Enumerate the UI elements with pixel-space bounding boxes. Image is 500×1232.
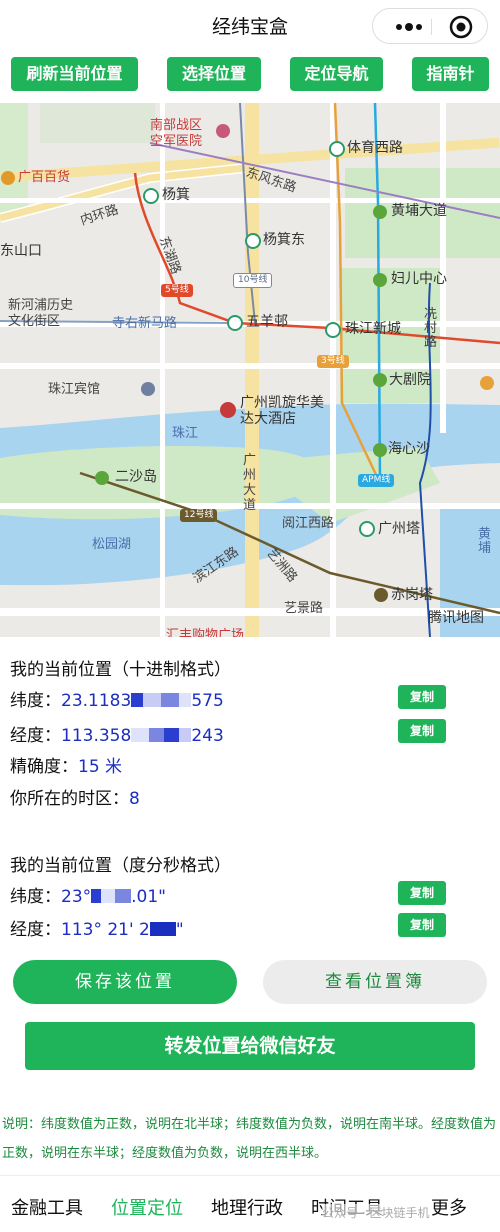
map-label: 空军医院: [150, 134, 203, 149]
map-label: 黄埔大道: [391, 203, 447, 219]
timezone-row: 你所在的时区：8: [10, 784, 140, 809]
metro-line-badge: 10号线: [233, 273, 273, 288]
accuracy-value: 15 米: [78, 757, 123, 777]
map-label: 海心沙: [388, 441, 430, 457]
nav-header: 经纬宝盒: [0, 0, 500, 52]
accuracy-label: 精确度：: [10, 757, 78, 777]
view-location-book-button[interactable]: 查看位置簿: [263, 960, 487, 1004]
map-label: 达大酒店: [240, 411, 296, 427]
latitude-label: 纬度：: [10, 691, 61, 711]
dms-longitude-row: 经度：113° 21' 2 ": [10, 915, 184, 940]
map-label: 冼村路: [424, 307, 438, 350]
capsule-divider: [431, 19, 432, 35]
map-label: 杨箕: [162, 187, 190, 203]
copy-latitude-button[interactable]: 复制: [398, 685, 446, 709]
map-label: 新河浦历史: [8, 298, 74, 313]
masked-digits: [131, 693, 192, 707]
tab-geo-admin[interactable]: 地理行政: [211, 1194, 283, 1220]
latitude-label: 纬度：: [10, 887, 61, 907]
tab-finance-tools[interactable]: 金融工具: [11, 1194, 83, 1220]
metro-line-badge: 3号线: [317, 355, 349, 368]
map-label: 妇儿中心: [391, 271, 447, 287]
latitude-value-end: 575: [191, 691, 224, 711]
map-label: 珠江新城: [345, 321, 401, 337]
decimal-longitude-row: 经度：113.358 243: [10, 721, 224, 746]
save-location-button[interactable]: 保存该位置: [13, 960, 237, 1004]
tab-more[interactable]: 更多: [431, 1194, 467, 1220]
map-label: 黄埔: [478, 527, 492, 556]
map-label: 体育西路: [347, 140, 403, 156]
navigate-button[interactable]: 定位导航: [290, 57, 383, 91]
longitude-value-end: 243: [191, 726, 224, 746]
refresh-location-button[interactable]: 刷新当前位置: [11, 57, 138, 91]
map-label: 阅江西路: [282, 516, 335, 531]
timezone-value: 8: [129, 789, 140, 809]
forward-to-friend-button[interactable]: 转发位置给微信好友: [25, 1022, 475, 1070]
metro-line-badge: APM线: [358, 474, 395, 487]
compass-button[interactable]: 指南针: [412, 57, 489, 91]
map-label: 五羊邨: [246, 314, 288, 330]
map-label: 艺景路: [284, 601, 324, 616]
map-label: 广州凯旋华美: [240, 395, 324, 411]
longitude-label: 经度：: [10, 726, 61, 746]
masked-digits: [131, 728, 192, 742]
accuracy-row: 精确度：15 米: [10, 752, 122, 777]
watermark: 公众号 · 区块链手机: [322, 1204, 430, 1221]
more-icon[interactable]: [387, 17, 431, 37]
latitude-value-start: 23.1183: [61, 691, 132, 711]
copy-longitude-button[interactable]: 复制: [398, 719, 446, 743]
longitude-value-start: 113.358: [61, 726, 132, 746]
copy-dms-longitude-button[interactable]: 复制: [398, 913, 446, 937]
longitude-dms-end: ": [175, 920, 184, 940]
select-location-button[interactable]: 选择位置: [167, 57, 261, 91]
miniprogram-capsule: [372, 8, 488, 44]
map-label: 赤岗塔: [391, 587, 433, 603]
metro-line-badge: 5号线: [161, 284, 193, 297]
longitude-dms-start: 113° 21' 2: [61, 920, 150, 940]
map-label: 珠江宾馆: [48, 382, 101, 397]
latitude-dms-start: 23°: [61, 887, 92, 907]
map-label: 广州大道: [243, 453, 257, 513]
map-label: 杨箕东: [263, 232, 305, 248]
map-label: 松园湖: [92, 537, 132, 552]
map-label: 二沙岛: [115, 469, 157, 485]
map-label: 文化街区: [8, 314, 61, 329]
timezone-label: 你所在的时区：: [10, 789, 129, 809]
map-label: 汇丰购物广场: [166, 628, 245, 637]
map-label: 寺右新马路: [112, 316, 178, 331]
masked-digits: [149, 922, 176, 936]
dms-heading: 我的当前位置（度分秒格式）: [10, 856, 231, 876]
close-miniprogram-icon[interactable]: [449, 15, 473, 39]
metro-line-badge: 12号线: [180, 509, 218, 522]
hemisphere-note: 说明：纬度数值为正数，说明在北半球；纬度数值为负数，说明在南半球。经度数值为正数…: [2, 1117, 497, 1161]
map-label: 广州塔: [378, 521, 420, 537]
copy-dms-latitude-button[interactable]: 复制: [398, 881, 446, 905]
map-label: 南部战区: [150, 118, 203, 133]
latitude-dms-end: .01": [131, 887, 166, 907]
map-view[interactable]: 南部战区 空军医院 体育西路 广百百货 杨箕 东风东路 黄埔大道 内环路 东山口…: [0, 103, 500, 637]
decimal-latitude-row: 纬度：23.1183 575: [10, 686, 224, 711]
map-label: 广百百货: [18, 170, 71, 185]
masked-digits: [91, 889, 132, 903]
decimal-heading: 我的当前位置（十进制格式）: [10, 660, 231, 680]
map-label: 珠江: [172, 426, 199, 441]
tab-location[interactable]: 位置定位: [111, 1194, 183, 1220]
map-label: 东山口: [0, 243, 42, 259]
map-canvas: [0, 103, 500, 637]
map-brand-label: 腾讯地图: [428, 610, 484, 626]
longitude-label: 经度：: [10, 920, 61, 940]
map-label: 大剧院: [389, 372, 431, 388]
dms-latitude-row: 纬度：23° .01": [10, 882, 166, 907]
